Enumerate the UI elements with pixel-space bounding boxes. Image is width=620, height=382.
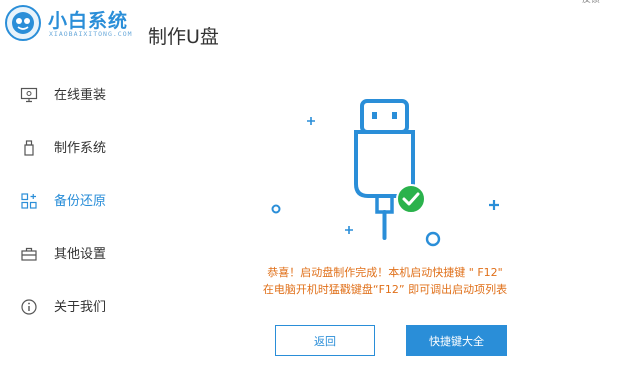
page-title: 制作U盘 bbox=[148, 26, 219, 48]
shortcut-hint-message: 在电脑开机时猛戳键盘“F12” 即可调出启动项列表 bbox=[262, 283, 508, 296]
backup-grid-icon bbox=[21, 193, 37, 209]
usb-drive-icon bbox=[24, 140, 34, 156]
header: 小白系统 XIAOBAIXITONG.COM 制作U盘 反馈 bbox=[0, 0, 620, 66]
shortcut-keys-button[interactable]: 快捷键大全 bbox=[406, 325, 507, 356]
sidebar-item-about-us[interactable]: 关于我们 bbox=[0, 286, 150, 326]
usb-drive-icon bbox=[354, 99, 415, 240]
brand-name: 小白系统 bbox=[48, 10, 129, 32]
sidebar-item-label: 备份还原 bbox=[54, 194, 107, 209]
circle-decoration-icon bbox=[271, 204, 281, 214]
sidebar: 在线重装 制作系统 备份还原 其他设置 关于我们 bbox=[0, 66, 150, 382]
success-message: 恭喜！启动盘制作完成！本机启动快捷键 " F12" bbox=[267, 266, 503, 279]
sidebar-item-backup-restore[interactable]: 备份还原 bbox=[0, 180, 150, 220]
feedback-link[interactable]: 反馈 bbox=[582, 0, 600, 5]
sidebar-item-label: 在线重装 bbox=[54, 88, 107, 103]
toolbox-icon bbox=[21, 247, 37, 261]
sidebar-item-online-reinstall[interactable]: 在线重装 bbox=[0, 74, 150, 114]
plus-decoration-icon bbox=[307, 117, 315, 125]
monitor-icon bbox=[20, 87, 38, 103]
success-check-icon bbox=[396, 184, 426, 214]
circle-decoration-icon bbox=[425, 231, 441, 247]
sidebar-item-label: 其他设置 bbox=[54, 247, 107, 262]
plus-decoration-icon bbox=[489, 200, 499, 210]
back-button[interactable]: 返回 bbox=[275, 325, 375, 356]
xiaobai-logo-icon bbox=[5, 5, 41, 41]
usb-success-illustration bbox=[271, 99, 499, 247]
sidebar-item-make-system[interactable]: 制作系统 bbox=[0, 127, 150, 167]
sidebar-item-other-settings[interactable]: 其他设置 bbox=[0, 233, 150, 273]
info-icon bbox=[21, 299, 37, 315]
sidebar-item-label: 关于我们 bbox=[54, 300, 107, 315]
sidebar-item-label: 制作系统 bbox=[54, 141, 107, 156]
plus-decoration-icon bbox=[345, 226, 353, 234]
brand-domain: XIAOBAIXITONG.COM bbox=[49, 30, 133, 38]
